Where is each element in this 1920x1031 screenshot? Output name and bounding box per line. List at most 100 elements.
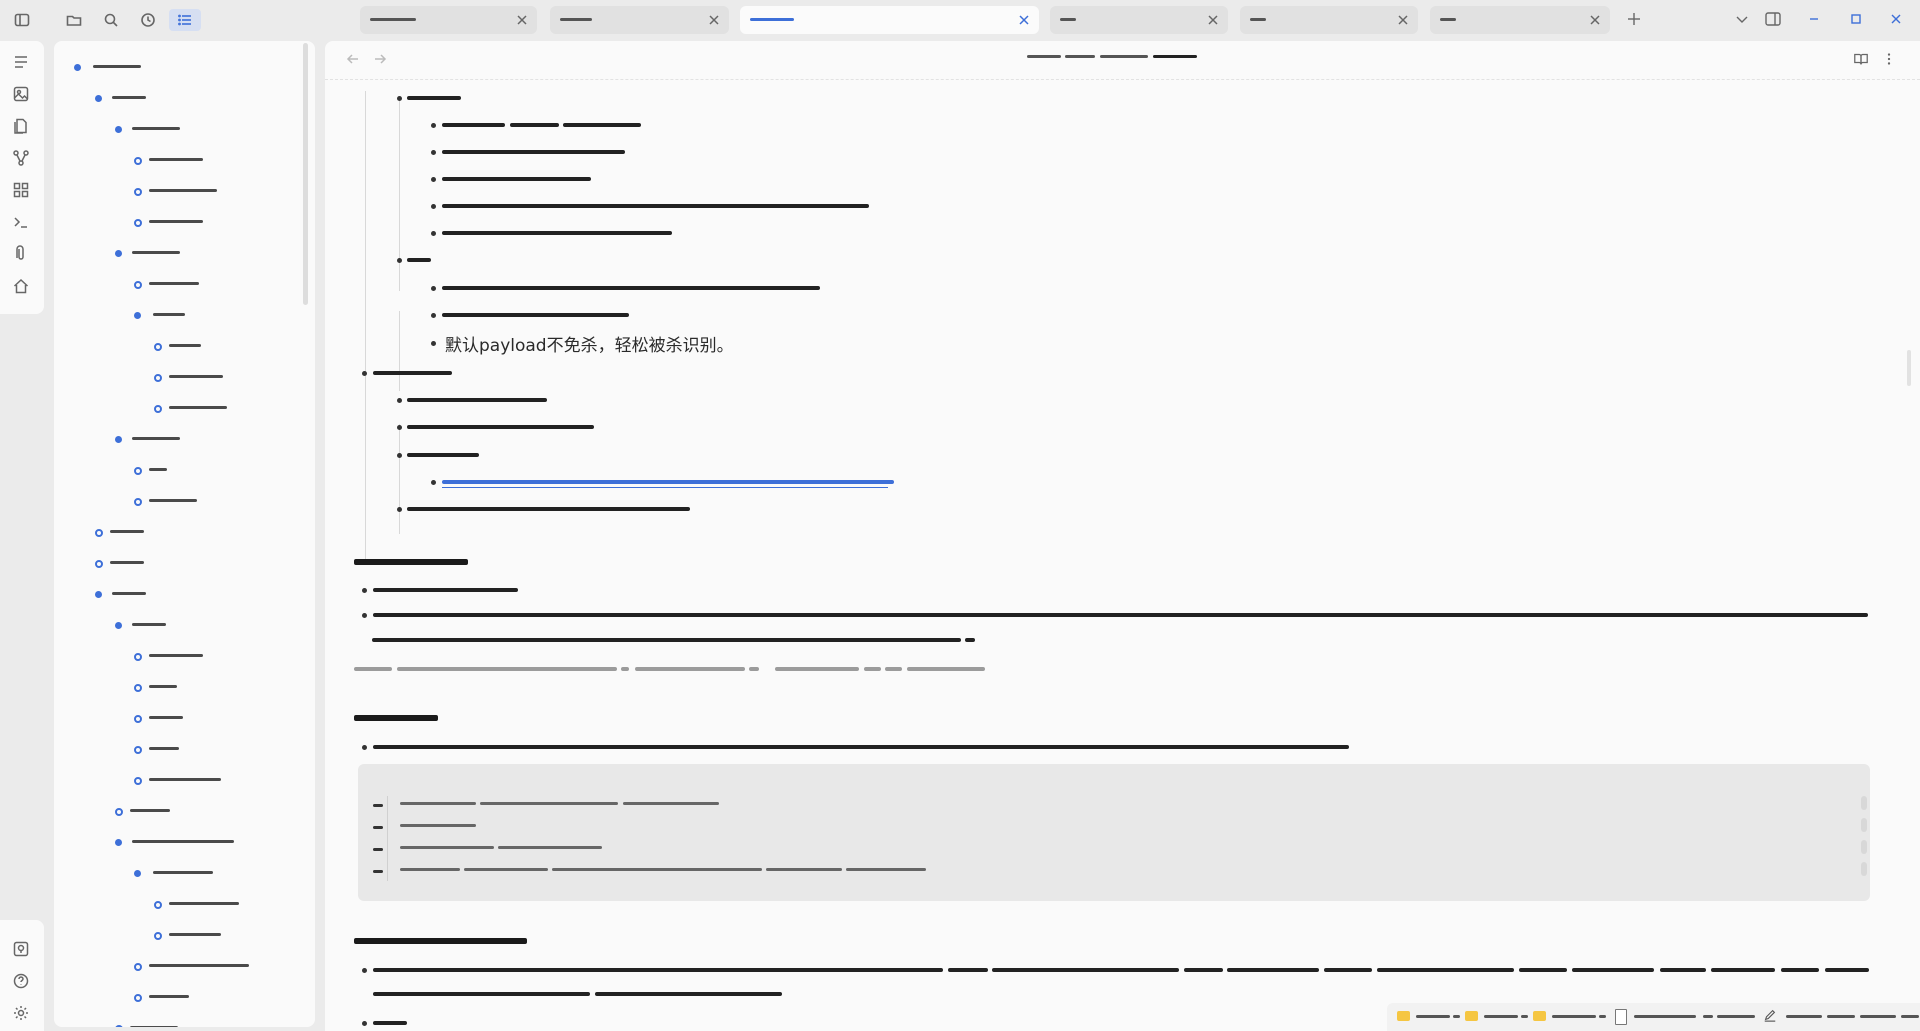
tag[interactable] — [749, 667, 759, 671]
forward-arrow-icon[interactable] — [372, 51, 388, 67]
vault-icon[interactable] — [12, 940, 32, 960]
status-separator — [1521, 1015, 1528, 1018]
section-heading — [354, 715, 438, 721]
list-item — [407, 507, 690, 511]
clock-icon[interactable] — [137, 9, 159, 31]
list-item — [373, 371, 452, 375]
tag[interactable] — [885, 667, 902, 671]
list-item — [407, 258, 431, 262]
tag[interactable] — [775, 667, 859, 671]
files-icon[interactable] — [12, 117, 32, 137]
section-heading — [354, 559, 468, 565]
status-path-segment[interactable] — [1552, 1015, 1596, 1018]
code-scrollbar[interactable] — [1861, 862, 1867, 876]
tab-label — [370, 18, 416, 21]
lines-icon[interactable] — [12, 53, 32, 73]
code-scrollbar[interactable] — [1861, 796, 1867, 810]
tab-1[interactable] — [360, 6, 537, 34]
tag[interactable] — [635, 667, 745, 671]
home-icon[interactable] — [12, 277, 32, 297]
list-item — [442, 231, 672, 235]
edit-pencil-icon[interactable] — [1763, 1008, 1779, 1024]
list-item — [407, 96, 461, 100]
list-bullet — [431, 286, 436, 291]
tab-label — [750, 18, 794, 21]
status-path-segment[interactable] — [1416, 1015, 1450, 1018]
grid-icon[interactable] — [12, 181, 32, 201]
outline-scrollbar[interactable] — [303, 43, 308, 305]
status-file-name[interactable] — [1634, 1015, 1696, 1018]
status-path-segment[interactable] — [1484, 1015, 1518, 1018]
code-block[interactable] — [358, 764, 1870, 901]
list-bullet — [431, 480, 436, 485]
folder-icon[interactable] — [63, 9, 85, 31]
close-icon[interactable] — [1206, 13, 1220, 27]
indent-guide — [399, 424, 400, 534]
image-icon[interactable] — [12, 85, 32, 105]
list-item — [1184, 968, 1223, 972]
code-scrollbar[interactable] — [1861, 818, 1867, 832]
tag[interactable] — [864, 667, 881, 671]
close-icon[interactable] — [515, 13, 529, 27]
title-bar — [0, 0, 1920, 40]
status-separator — [1453, 1015, 1460, 1018]
tag[interactable] — [621, 667, 629, 671]
list-bullet — [362, 371, 367, 376]
maximize-icon[interactable] — [1847, 10, 1865, 28]
list-bullet — [431, 150, 436, 155]
close-icon[interactable] — [1017, 13, 1031, 27]
list-item — [373, 1021, 407, 1025]
list-bullet — [431, 123, 436, 128]
search-icon[interactable] — [100, 9, 122, 31]
code-line — [498, 846, 602, 849]
ribbon-bottom — [0, 920, 44, 1031]
more-options-icon[interactable] — [1882, 51, 1896, 69]
tag[interactable] — [354, 667, 392, 671]
back-arrow-icon[interactable] — [345, 51, 361, 67]
tab-6[interactable] — [1430, 6, 1610, 34]
tag[interactable] — [397, 667, 617, 671]
outline-list-icon[interactable] — [169, 9, 201, 31]
close-window-icon[interactable] — [1887, 10, 1905, 28]
new-tab-icon[interactable] — [1625, 10, 1643, 28]
breadcrumb-segment[interactable] — [1027, 55, 1061, 58]
list-item — [442, 313, 629, 317]
reading-mode-icon[interactable] — [1853, 51, 1871, 69]
list-item — [1711, 968, 1775, 972]
breadcrumb-segment[interactable] — [1100, 55, 1148, 58]
list-bullet — [431, 313, 436, 318]
code-line — [464, 868, 548, 871]
external-link[interactable] — [442, 480, 894, 484]
chevron-down-icon[interactable] — [1733, 10, 1751, 28]
tab-4[interactable] — [1050, 6, 1228, 34]
close-icon[interactable] — [1588, 13, 1602, 27]
list-item — [442, 204, 869, 208]
sidebar-toggle-icon[interactable] — [11, 9, 33, 31]
list-bullet — [397, 425, 402, 430]
right-sidebar-toggle-icon[interactable] — [1764, 10, 1782, 28]
editor-scrollbar[interactable] — [1907, 350, 1911, 386]
folder-icon — [1397, 1011, 1410, 1021]
minimize-icon[interactable] — [1805, 10, 1823, 28]
settings-icon[interactable] — [12, 1004, 32, 1024]
line-number — [373, 826, 383, 829]
close-icon[interactable] — [707, 13, 721, 27]
graph-icon[interactable] — [12, 149, 32, 169]
tab-5[interactable] — [1240, 6, 1418, 34]
close-icon[interactable] — [1396, 13, 1410, 27]
status-segment — [1717, 1015, 1755, 1018]
list-item — [442, 123, 505, 127]
tag[interactable] — [907, 667, 985, 671]
code-line — [766, 868, 842, 871]
list-item — [1519, 968, 1567, 972]
code-line — [400, 868, 460, 871]
list-item — [373, 992, 590, 996]
clip-icon[interactable] — [12, 245, 32, 265]
code-scrollbar[interactable] — [1861, 840, 1867, 854]
terminal-icon[interactable] — [12, 213, 32, 233]
view-header — [325, 41, 1920, 80]
breadcrumb-segment[interactable] — [1065, 55, 1095, 58]
tab-2[interactable] — [550, 6, 729, 34]
tab-3-active[interactable] — [740, 6, 1039, 34]
help-icon[interactable] — [12, 972, 32, 992]
